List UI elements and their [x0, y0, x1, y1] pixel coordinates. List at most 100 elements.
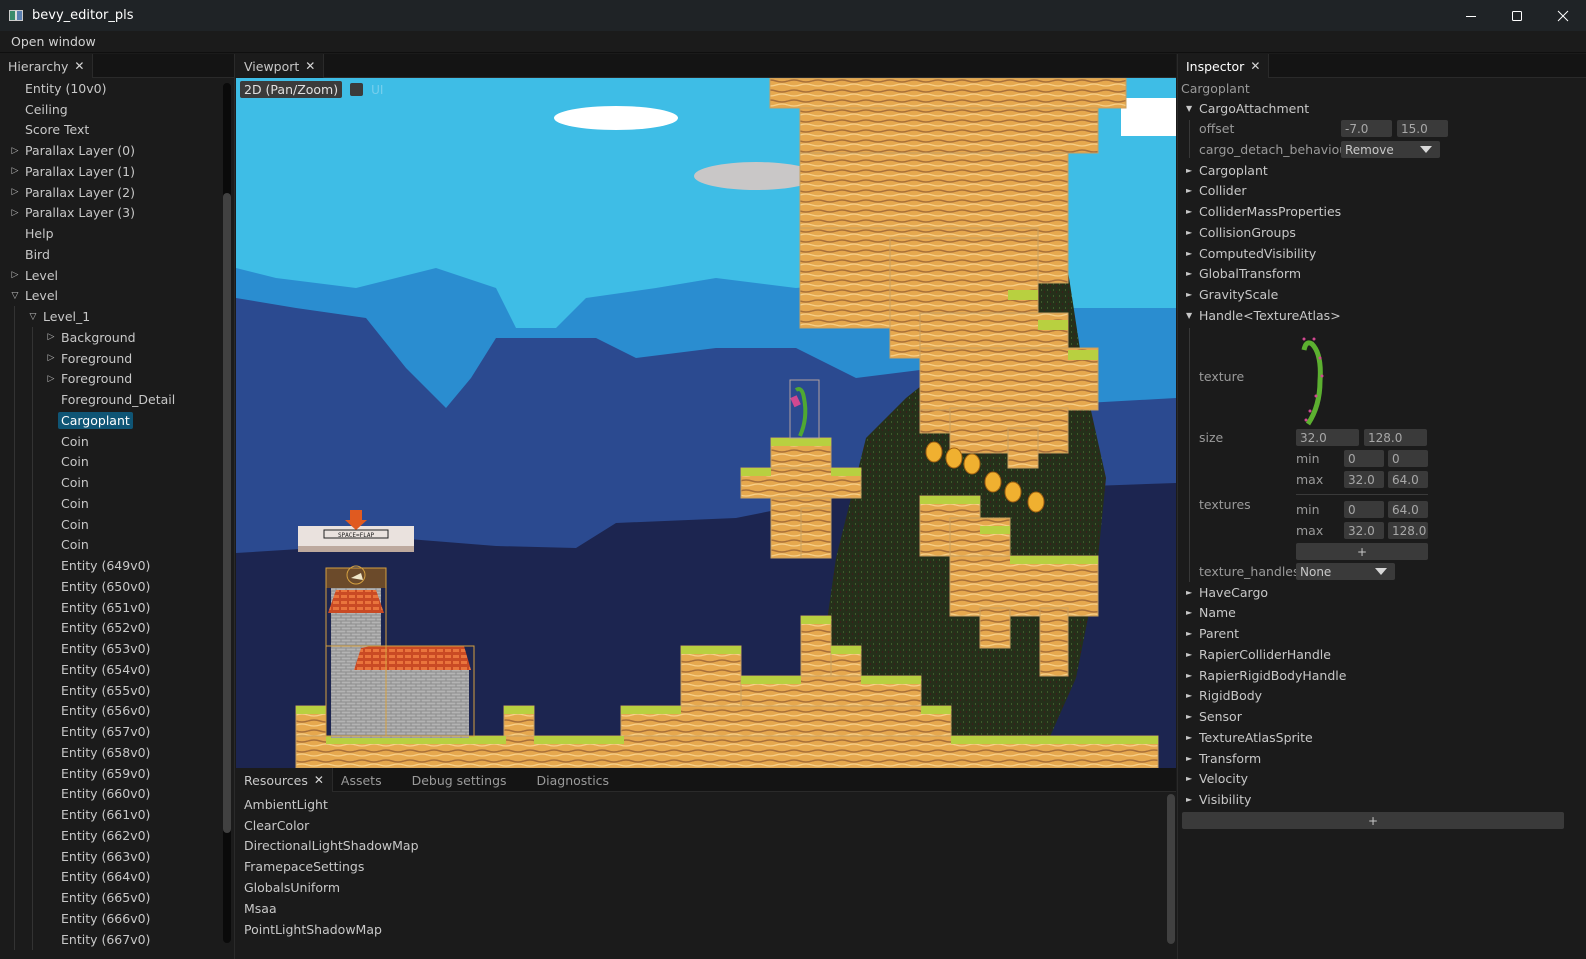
- tab-inspector[interactable]: Inspector ✕: [1178, 54, 1270, 78]
- hierarchy-item[interactable]: Entity (658v0): [0, 742, 222, 763]
- component-row[interactable]: ► Name: [1186, 603, 1236, 623]
- hierarchy-item[interactable]: ▽ Level_1: [0, 306, 222, 327]
- hierarchy-item[interactable]: Ceiling: [0, 99, 222, 120]
- component-row[interactable]: ► ComputedVisibility: [1186, 243, 1316, 263]
- hierarchy-item[interactable]: Entity (652v0): [0, 617, 222, 639]
- resources-scrollbar[interactable]: [1167, 794, 1175, 944]
- hierarchy-item[interactable]: Bird: [0, 244, 222, 265]
- textures-min-x-field[interactable]: 0: [1344, 501, 1384, 518]
- hierarchy-item[interactable]: ▷ Parallax Layer (0): [0, 140, 222, 161]
- collapse-triangle-icon[interactable]: ▽: [26, 312, 40, 322]
- hierarchy-item[interactable]: Coin: [0, 472, 222, 493]
- resources-scroll-thumb[interactable]: [1167, 794, 1175, 944]
- component-row[interactable]: ► ColliderMassProperties: [1186, 202, 1341, 222]
- offset-x-field[interactable]: -7.0: [1341, 120, 1392, 137]
- hierarchy-item[interactable]: Entity (655v0): [0, 679, 222, 701]
- resource-item[interactable]: DirectionalLightShadowMap: [244, 836, 419, 857]
- component-row[interactable]: ► Velocity: [1186, 769, 1248, 789]
- hierarchy-item[interactable]: Entity (659v0): [0, 762, 222, 784]
- resource-item[interactable]: AmbientLight: [244, 794, 419, 815]
- hierarchy-item[interactable]: Help: [0, 223, 222, 244]
- expand-triangle-icon[interactable]: ▷: [44, 332, 58, 342]
- hierarchy-item[interactable]: Coin: [0, 493, 222, 514]
- hierarchy-item[interactable]: ▷ Parallax Layer (1): [0, 161, 222, 182]
- component-row[interactable]: ► Parent: [1186, 624, 1239, 644]
- close-window-button[interactable]: [1540, 0, 1586, 31]
- hierarchy-item[interactable]: Entity (660v0): [0, 783, 222, 805]
- game-viewport[interactable]: SPACE=FLAP 2D (Pan/Zoom) UI: [236, 78, 1176, 768]
- hierarchy-item[interactable]: Entity (10v0): [0, 78, 222, 99]
- add-component-button[interactable]: +: [1182, 812, 1564, 829]
- hierarchy-item[interactable]: Cargoplant: [0, 410, 222, 431]
- expand-triangle-icon[interactable]: ▷: [8, 208, 22, 218]
- hierarchy-item[interactable]: Entity (666v0): [0, 908, 222, 929]
- minimize-button[interactable]: [1448, 0, 1494, 31]
- hierarchy-item[interactable]: ▷ Parallax Layer (3): [0, 203, 222, 224]
- add-texture-button[interactable]: +: [1296, 543, 1428, 560]
- component-row[interactable]: ► Sensor: [1186, 707, 1242, 727]
- close-icon[interactable]: ✕: [1250, 59, 1260, 73]
- hierarchy-item[interactable]: Entity (662v0): [0, 825, 222, 846]
- size-min-x-field[interactable]: 0: [1344, 450, 1384, 467]
- expand-triangle-icon[interactable]: ▷: [44, 374, 58, 384]
- size-max-x-field[interactable]: 32.0: [1344, 471, 1384, 488]
- hierarchy-item[interactable]: Entity (656v0): [0, 700, 222, 722]
- hierarchy-item[interactable]: Entity (650v0): [0, 576, 222, 597]
- hierarchy-item[interactable]: Foreground_Detail: [0, 389, 222, 410]
- resource-item[interactable]: FramepaceSettings: [244, 856, 419, 877]
- tab-assets[interactable]: Assets: [333, 768, 404, 792]
- component-row[interactable]: ► TextureAtlasSprite: [1186, 727, 1313, 747]
- hierarchy-item[interactable]: ▷ Background: [0, 327, 222, 348]
- tab-resources[interactable]: Resources ✕: [236, 768, 333, 792]
- component-row[interactable]: ► Cargoplant: [1186, 160, 1268, 180]
- hierarchy-item[interactable]: ▷ Foreground: [0, 347, 222, 369]
- tab-viewport[interactable]: Viewport ✕: [236, 54, 325, 78]
- tab-hierarchy[interactable]: Hierarchy ✕: [0, 54, 94, 78]
- hierarchy-item[interactable]: Entity (665v0): [0, 887, 222, 908]
- textures-min-y-field[interactable]: 64.0: [1388, 501, 1428, 518]
- component-row[interactable]: ► Collider: [1186, 181, 1247, 201]
- expand-triangle-icon[interactable]: ▷: [8, 270, 22, 280]
- offset-y-field[interactable]: 15.0: [1397, 120, 1448, 137]
- expand-triangle-icon[interactable]: ▷: [8, 187, 22, 197]
- component-row[interactable]: ► RapierColliderHandle: [1186, 644, 1331, 664]
- hierarchy-item[interactable]: ▽ Level: [0, 286, 222, 307]
- component-row[interactable]: ► Transform: [1186, 748, 1261, 768]
- hierarchy-scrollbar[interactable]: [223, 83, 231, 943]
- hierarchy-item[interactable]: Entity (663v0): [0, 845, 222, 867]
- cargo-detach-dropdown[interactable]: Remove: [1341, 141, 1440, 158]
- size-min-y-field[interactable]: 0: [1388, 450, 1428, 467]
- hierarchy-item[interactable]: Entity (649v0): [0, 555, 222, 576]
- size-y-field[interactable]: 128.0: [1364, 429, 1427, 446]
- hierarchy-item[interactable]: ▷ Parallax Layer (2): [0, 182, 222, 203]
- tab-diagnostics[interactable]: Diagnostics: [529, 768, 624, 792]
- hierarchy-item[interactable]: Entity (667v0): [0, 928, 222, 950]
- close-icon[interactable]: ✕: [74, 59, 84, 73]
- hierarchy-item[interactable]: Entity (664v0): [0, 866, 222, 888]
- hierarchy-scroll-thumb[interactable]: [223, 193, 231, 833]
- expand-triangle-icon[interactable]: ▷: [8, 166, 22, 176]
- resource-item[interactable]: PointLightShadowMap: [244, 919, 419, 940]
- textures-max-x-field[interactable]: 32.0: [1344, 522, 1384, 539]
- hierarchy-item[interactable]: Entity (654v0): [0, 659, 222, 680]
- expand-triangle-icon[interactable]: ▷: [8, 146, 22, 156]
- component-row[interactable]: ► GlobalTransform: [1186, 264, 1301, 284]
- size-x-field[interactable]: 32.0: [1296, 429, 1359, 446]
- hierarchy-item[interactable]: ▷ Foreground: [0, 368, 222, 390]
- component-row[interactable]: ► Visibility: [1186, 790, 1251, 810]
- close-icon[interactable]: ✕: [305, 59, 315, 73]
- close-icon[interactable]: ✕: [314, 773, 324, 787]
- resource-item[interactable]: ClearColor: [244, 815, 419, 836]
- hierarchy-item[interactable]: Coin: [0, 451, 222, 473]
- component-row[interactable]: ► CollisionGroups: [1186, 222, 1296, 242]
- hierarchy-item[interactable]: Coin: [0, 534, 222, 556]
- component-handle-texture-atlas[interactable]: ▼ Handle<TextureAtlas>: [1186, 305, 1341, 325]
- hierarchy-item[interactable]: Coin: [0, 430, 222, 452]
- texture-handles-dropdown[interactable]: None: [1296, 563, 1395, 580]
- menu-open-window[interactable]: Open window: [0, 34, 96, 49]
- tab-debug-settings[interactable]: Debug settings: [404, 768, 529, 792]
- ui-toggle-checkbox[interactable]: [350, 83, 364, 96]
- hierarchy-item[interactable]: Score Text: [0, 120, 222, 141]
- component-row[interactable]: ► HaveCargo: [1186, 582, 1268, 602]
- maximize-button[interactable]: [1494, 0, 1540, 31]
